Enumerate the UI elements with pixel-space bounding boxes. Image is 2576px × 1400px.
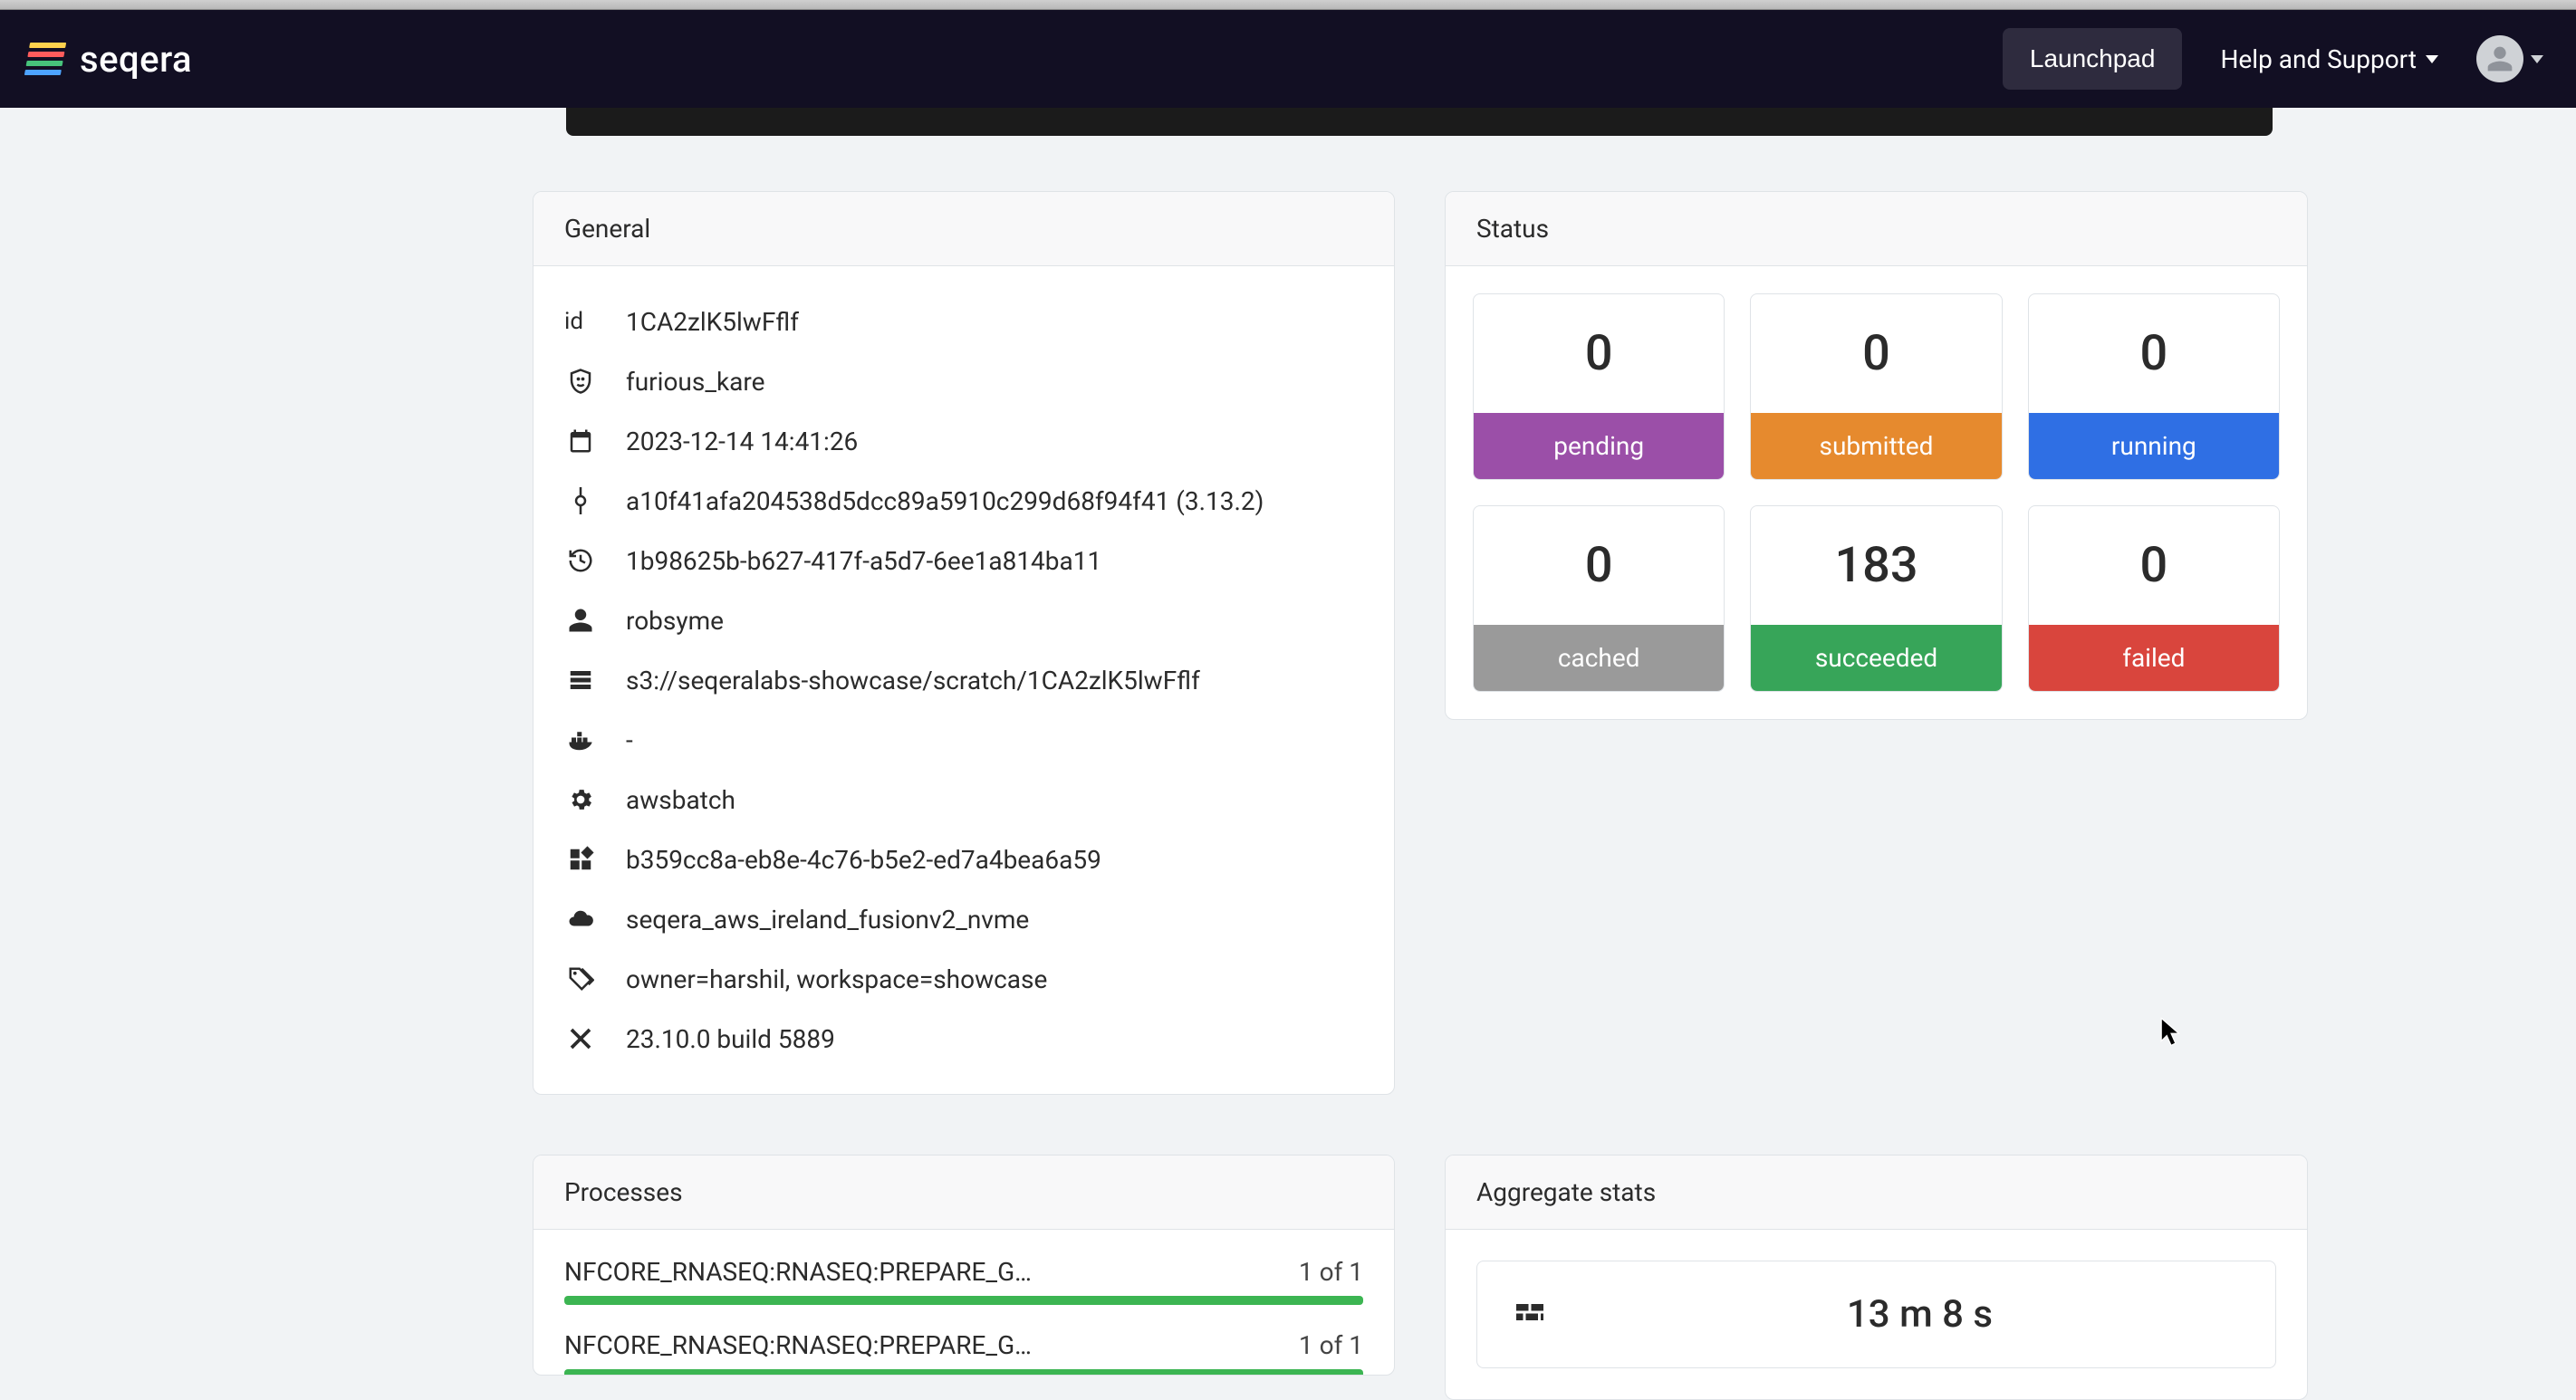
calendar-icon <box>564 425 597 457</box>
general-container-value: - <box>626 725 633 755</box>
history-icon <box>564 544 597 577</box>
user-icon <box>564 604 597 637</box>
general-user-value: robsyme <box>626 606 724 636</box>
general-card-title: General <box>533 192 1394 266</box>
process-progress-bar <box>564 1296 1363 1305</box>
git-commit-icon <box>564 484 597 517</box>
process-row[interactable]: NFCORE_RNASEQ:RNASEQ:PREPARE_G… 1 of 1 <box>533 1242 1394 1316</box>
process-row[interactable]: NFCORE_RNASEQ:RNASEQ:PREPARE_G… 1 of 1 <box>533 1316 1394 1375</box>
status-submitted-count: 0 <box>1751 294 2001 413</box>
status-running-label: running <box>2029 413 2279 479</box>
brand-name: seqera <box>80 38 192 81</box>
general-row-computeenv: seqera_aws_ireland_fusionv2_nvme <box>564 889 1363 949</box>
widgets-icon <box>564 843 597 876</box>
general-row-user: robsyme <box>564 590 1363 650</box>
process-count: 1 of 1 <box>1299 1330 1363 1360</box>
wall-icon <box>1514 1299 1546 1331</box>
status-card: Status 0 pending 0 submitted 0 running 0… <box>1445 191 2308 720</box>
docker-icon <box>564 724 597 756</box>
general-timestamp-value: 2023-12-14 14:41:26 <box>626 427 858 456</box>
avatar-icon <box>2476 35 2523 82</box>
status-failed-label: failed <box>2029 625 2279 691</box>
general-row-container: - <box>564 710 1363 770</box>
general-version-value: 23.10.0 build 5889 <box>626 1024 835 1054</box>
general-labels-value: owner=harshil, workspace=showcase <box>626 964 1047 994</box>
status-cached-count: 0 <box>1474 506 1724 625</box>
run-header-bar <box>566 108 2273 136</box>
status-submitted[interactable]: 0 submitted <box>1750 293 2002 480</box>
status-cached[interactable]: 0 cached <box>1473 505 1725 692</box>
general-hash-value: b359cc8a-eb8e-4c76-b5e2-ed7a4bea6a59 <box>626 845 1101 875</box>
status-succeeded-count: 183 <box>1751 506 2001 625</box>
general-workdir-value: s3://seqeralabs-showcase/scratch/1CA2zlK… <box>626 666 1200 695</box>
mouse-cursor-icon <box>2160 1017 2182 1048</box>
process-name: NFCORE_RNASEQ:RNASEQ:PREPARE_G… <box>564 1330 1032 1360</box>
process-count: 1 of 1 <box>1299 1257 1363 1287</box>
general-row-session: 1b98625b-b627-417f-a5d7-6ee1a814ba11 <box>564 531 1363 590</box>
general-commit-value: a10f41afa204538d5dcc89a5910c299d68f94f41… <box>626 486 1264 516</box>
process-name: NFCORE_RNASEQ:RNASEQ:PREPARE_G… <box>564 1257 1032 1287</box>
aggregate-stats-card: Aggregate stats 13 m 8 s <box>1445 1155 2308 1400</box>
chevron-down-icon <box>2531 55 2543 63</box>
status-succeeded-label: succeeded <box>1751 625 2001 691</box>
general-row-executor: awsbatch <box>564 770 1363 829</box>
general-row-commit: a10f41afa204538d5dcc89a5910c299d68f94f41… <box>564 471 1363 531</box>
aggregate-walltime-value: 13 m 8 s <box>1600 1292 2239 1337</box>
general-runname-value: furious_kare <box>626 367 764 397</box>
status-failed[interactable]: 0 failed <box>2028 505 2280 692</box>
brand[interactable]: seqera <box>27 38 192 81</box>
shield-icon <box>564 365 597 398</box>
processes-list[interactable]: NFCORE_RNASEQ:RNASEQ:PREPARE_G… 1 of 1 N… <box>533 1230 1394 1375</box>
status-cached-label: cached <box>1474 625 1724 691</box>
storage-icon <box>564 664 597 696</box>
general-id-value: 1CA2zlK5lwFflf <box>626 307 799 337</box>
aggregate-card-body: 13 m 8 s <box>1446 1230 2307 1399</box>
general-row-runname: furious_kare <box>564 351 1363 411</box>
nav-right-group: Launchpad Help and Support <box>2003 28 2543 90</box>
launchpad-button[interactable]: Launchpad <box>2003 28 2183 90</box>
status-running-count: 0 <box>2029 294 2279 413</box>
aggregate-walltime-item: 13 m 8 s <box>1476 1261 2276 1368</box>
status-succeeded[interactable]: 183 succeeded <box>1750 505 2002 692</box>
nextflow-icon <box>564 1022 597 1055</box>
general-row-workdir: s3://seqeralabs-showcase/scratch/1CA2zlK… <box>564 650 1363 710</box>
seqera-logo-icon <box>24 41 66 77</box>
general-card-body: id 1CA2zlK5lwFflf furious_kare 2023-12-1… <box>533 266 1394 1094</box>
cloud-icon <box>564 903 597 935</box>
status-pending[interactable]: 0 pending <box>1473 293 1725 480</box>
help-support-label: Help and Support <box>2220 44 2417 74</box>
gear-icon <box>564 783 597 816</box>
browser-chrome-top <box>0 0 2576 10</box>
general-row-hash: b359cc8a-eb8e-4c76-b5e2-ed7a4bea6a59 <box>564 829 1363 889</box>
general-row-version: 23.10.0 build 5889 <box>564 1009 1363 1069</box>
status-submitted-label: submitted <box>1751 413 2001 479</box>
processes-card: Processes NFCORE_RNASEQ:RNASEQ:PREPARE_G… <box>533 1155 1395 1376</box>
tags-icon <box>564 963 597 995</box>
top-navbar: seqera Launchpad Help and Support <box>0 10 2576 108</box>
user-avatar-menu[interactable] <box>2476 35 2543 82</box>
general-computeenv-value: seqera_aws_ireland_fusionv2_nvme <box>626 905 1029 935</box>
status-running[interactable]: 0 running <box>2028 293 2280 480</box>
status-pending-count: 0 <box>1474 294 1724 413</box>
help-support-menu[interactable]: Help and Support <box>2220 44 2438 74</box>
status-failed-count: 0 <box>2029 506 2279 625</box>
status-card-title: Status <box>1446 192 2307 266</box>
status-card-body: 0 pending 0 submitted 0 running 0 cached… <box>1446 266 2307 719</box>
process-progress-bar <box>564 1369 1363 1375</box>
chevron-down-icon <box>2426 55 2438 63</box>
page-content: General id 1CA2zlK5lwFflf furious_kare 2… <box>0 108 2576 1271</box>
general-row-labels: owner=harshil, workspace=showcase <box>564 949 1363 1009</box>
status-pending-label: pending <box>1474 413 1724 479</box>
id-label-text: id <box>564 305 597 338</box>
general-session-value: 1b98625b-b627-417f-a5d7-6ee1a814ba11 <box>626 546 1101 576</box>
general-executor-value: awsbatch <box>626 785 735 815</box>
general-row-id: id 1CA2zlK5lwFflf <box>564 292 1363 351</box>
general-row-timestamp: 2023-12-14 14:41:26 <box>564 411 1363 471</box>
general-card: General id 1CA2zlK5lwFflf furious_kare 2… <box>533 191 1395 1095</box>
aggregate-card-title: Aggregate stats <box>1446 1155 2307 1230</box>
processes-card-title: Processes <box>533 1155 1394 1230</box>
